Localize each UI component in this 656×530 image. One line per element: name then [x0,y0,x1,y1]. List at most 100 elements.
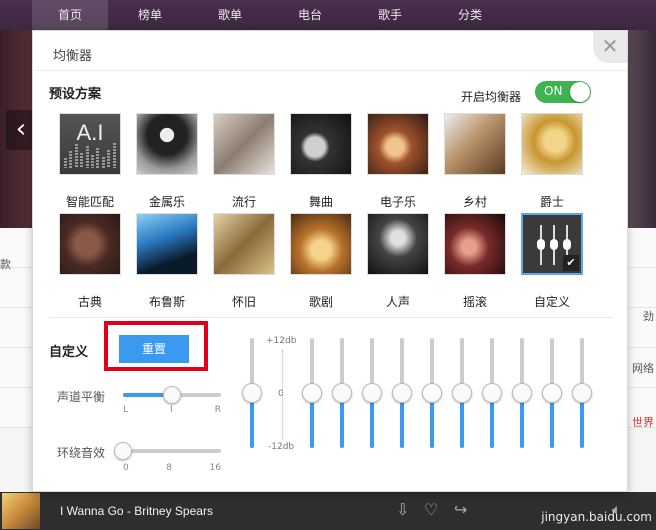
toggle-state: ON [544,84,563,98]
eq-band-knob[interactable] [332,383,352,403]
eq-band-slider[interactable] [302,338,322,448]
eq-band-slider[interactable] [482,338,502,448]
eq-band-slider[interactable] [572,338,592,448]
classical-photo [59,213,121,275]
preset-ai[interactable]: A.I 智能匹配 [57,111,123,209]
preset-electronic[interactable]: 电子乐 [365,111,431,209]
eq-band-knob[interactable] [362,383,382,403]
eq-band-knob[interactable] [242,383,262,403]
preset-label: 摇滚 [462,295,487,309]
heart-icon[interactable]: ♡ [424,500,438,519]
surround-knob[interactable] [114,442,132,460]
nav-item[interactable]: 歌手 [352,0,428,30]
dance-photo [290,113,352,175]
balance-slider[interactable] [123,386,221,404]
preset-label: 智能匹配 [65,195,114,209]
divider [49,317,613,318]
bg-right-text: 网络 [632,362,654,375]
dialog-title: 均衡器 [53,49,93,64]
preset-section-title: 预设方案 [49,87,102,102]
nav-item[interactable]: 首页 [32,0,108,30]
bg-left-text: 款 [0,258,11,271]
eq-band-slider[interactable] [422,338,442,448]
bg-right-text: 世界 [632,416,654,429]
surround-label: 环绕音效 [57,446,106,460]
preset-metal[interactable]: 金属乐 [134,111,200,209]
bg-right-text: 劲 [643,310,654,323]
preset-custom-eq[interactable]: ✔ 自定义 [519,211,585,309]
eq-band-slider[interactable] [242,338,262,448]
jazz-photo [521,113,583,175]
country-photo [444,113,506,175]
check-icon: ✔ [563,255,579,271]
tick-label: 0 [123,463,129,473]
watermark: jingyan.baidu.com [541,510,652,524]
equalizer-toggle-label: 开启均衡器 [461,90,522,104]
nostalgia-photo [213,213,275,275]
balance-knob[interactable] [163,386,181,404]
preset-label: 自定义 [533,295,570,309]
preset-classical[interactable]: 古典 [57,211,123,309]
preset-label: 怀旧 [231,295,256,309]
eq-band-slider[interactable] [332,338,352,448]
close-icon: ✕ [601,34,619,58]
preset-opera[interactable]: 歌剧 [288,211,354,309]
nav-item[interactable]: 歌单 [192,0,268,30]
nav-item[interactable]: 电台 [272,0,348,30]
eq-band-slider[interactable] [542,338,562,448]
surround-slider[interactable] [114,442,221,460]
balance-label: 声道平衡 [57,390,106,404]
rock-photo [444,213,506,275]
preset-jazz[interactable]: 爵士 [519,111,585,209]
eq-band-knob[interactable] [482,383,502,403]
eq-band-slider[interactable] [452,338,472,448]
preset-vocal[interactable]: 人声 [365,211,431,309]
vocal-photo [367,213,429,275]
preset-blues[interactable]: 布鲁斯 [134,211,200,309]
dialog-header: 均衡器 ✕ [33,31,627,71]
electronic-photo [367,113,429,175]
eq-band-knob[interactable] [452,383,472,403]
nav-item[interactable]: 分类 [432,0,508,30]
preset-label: 歌剧 [308,295,333,309]
tick-label: L [123,405,129,415]
eq-band-knob[interactable] [392,383,412,403]
eq-band-slider[interactable] [362,338,382,448]
eq-band-knob[interactable] [302,383,322,403]
eq-band-knob[interactable] [542,383,562,403]
nav-item[interactable]: 榜单 [112,0,188,30]
eq-band-knob[interactable] [572,383,592,403]
tick-label: 16 [209,463,221,473]
eq-bands: +12db 0 -12db [210,330,592,455]
preset-label: 布鲁斯 [148,295,185,309]
custom-section-title: 自定义 [49,345,89,360]
preset-nostalgia[interactable]: 怀旧 [211,211,277,309]
preset-country[interactable]: 乡村 [442,111,508,209]
preset-dance[interactable]: 舞曲 [288,111,354,209]
eq-band-slider[interactable] [512,338,532,448]
preset-label: 金属乐 [148,195,185,209]
preset-rock[interactable]: 摇滚 [442,211,508,309]
eq-band-knob[interactable] [512,383,532,403]
preset-pop[interactable]: 流行 [211,111,277,209]
custom-eq-icon: ✔ [521,213,583,275]
db-top-label: +12db [266,336,297,346]
ai-icon: A.I [59,113,121,175]
eq-band-knob[interactable] [422,383,442,403]
download-icon[interactable]: ⇩ [396,500,409,519]
share-icon[interactable]: ↪ [454,500,467,519]
preset-label: 舞曲 [308,195,333,209]
song-title[interactable]: I Wanna Go - Britney Spears [60,504,213,518]
album-cover[interactable] [2,493,40,529]
surround-ticks: 0 8 16 [123,463,221,473]
blues-photo [136,213,198,275]
eq-zero-line [282,350,283,440]
eq-band-slider[interactable] [392,338,412,448]
metal-photo [136,113,198,175]
top-nav: 首页 榜单 歌单 电台 歌手 分类 [0,0,656,30]
tick-label: 8 [166,463,172,473]
preset-label: 流行 [231,195,256,209]
reset-button[interactable]: 重置 [119,335,189,363]
close-button[interactable]: ✕ [593,31,627,63]
equalizer-toggle[interactable]: ON [535,81,591,103]
